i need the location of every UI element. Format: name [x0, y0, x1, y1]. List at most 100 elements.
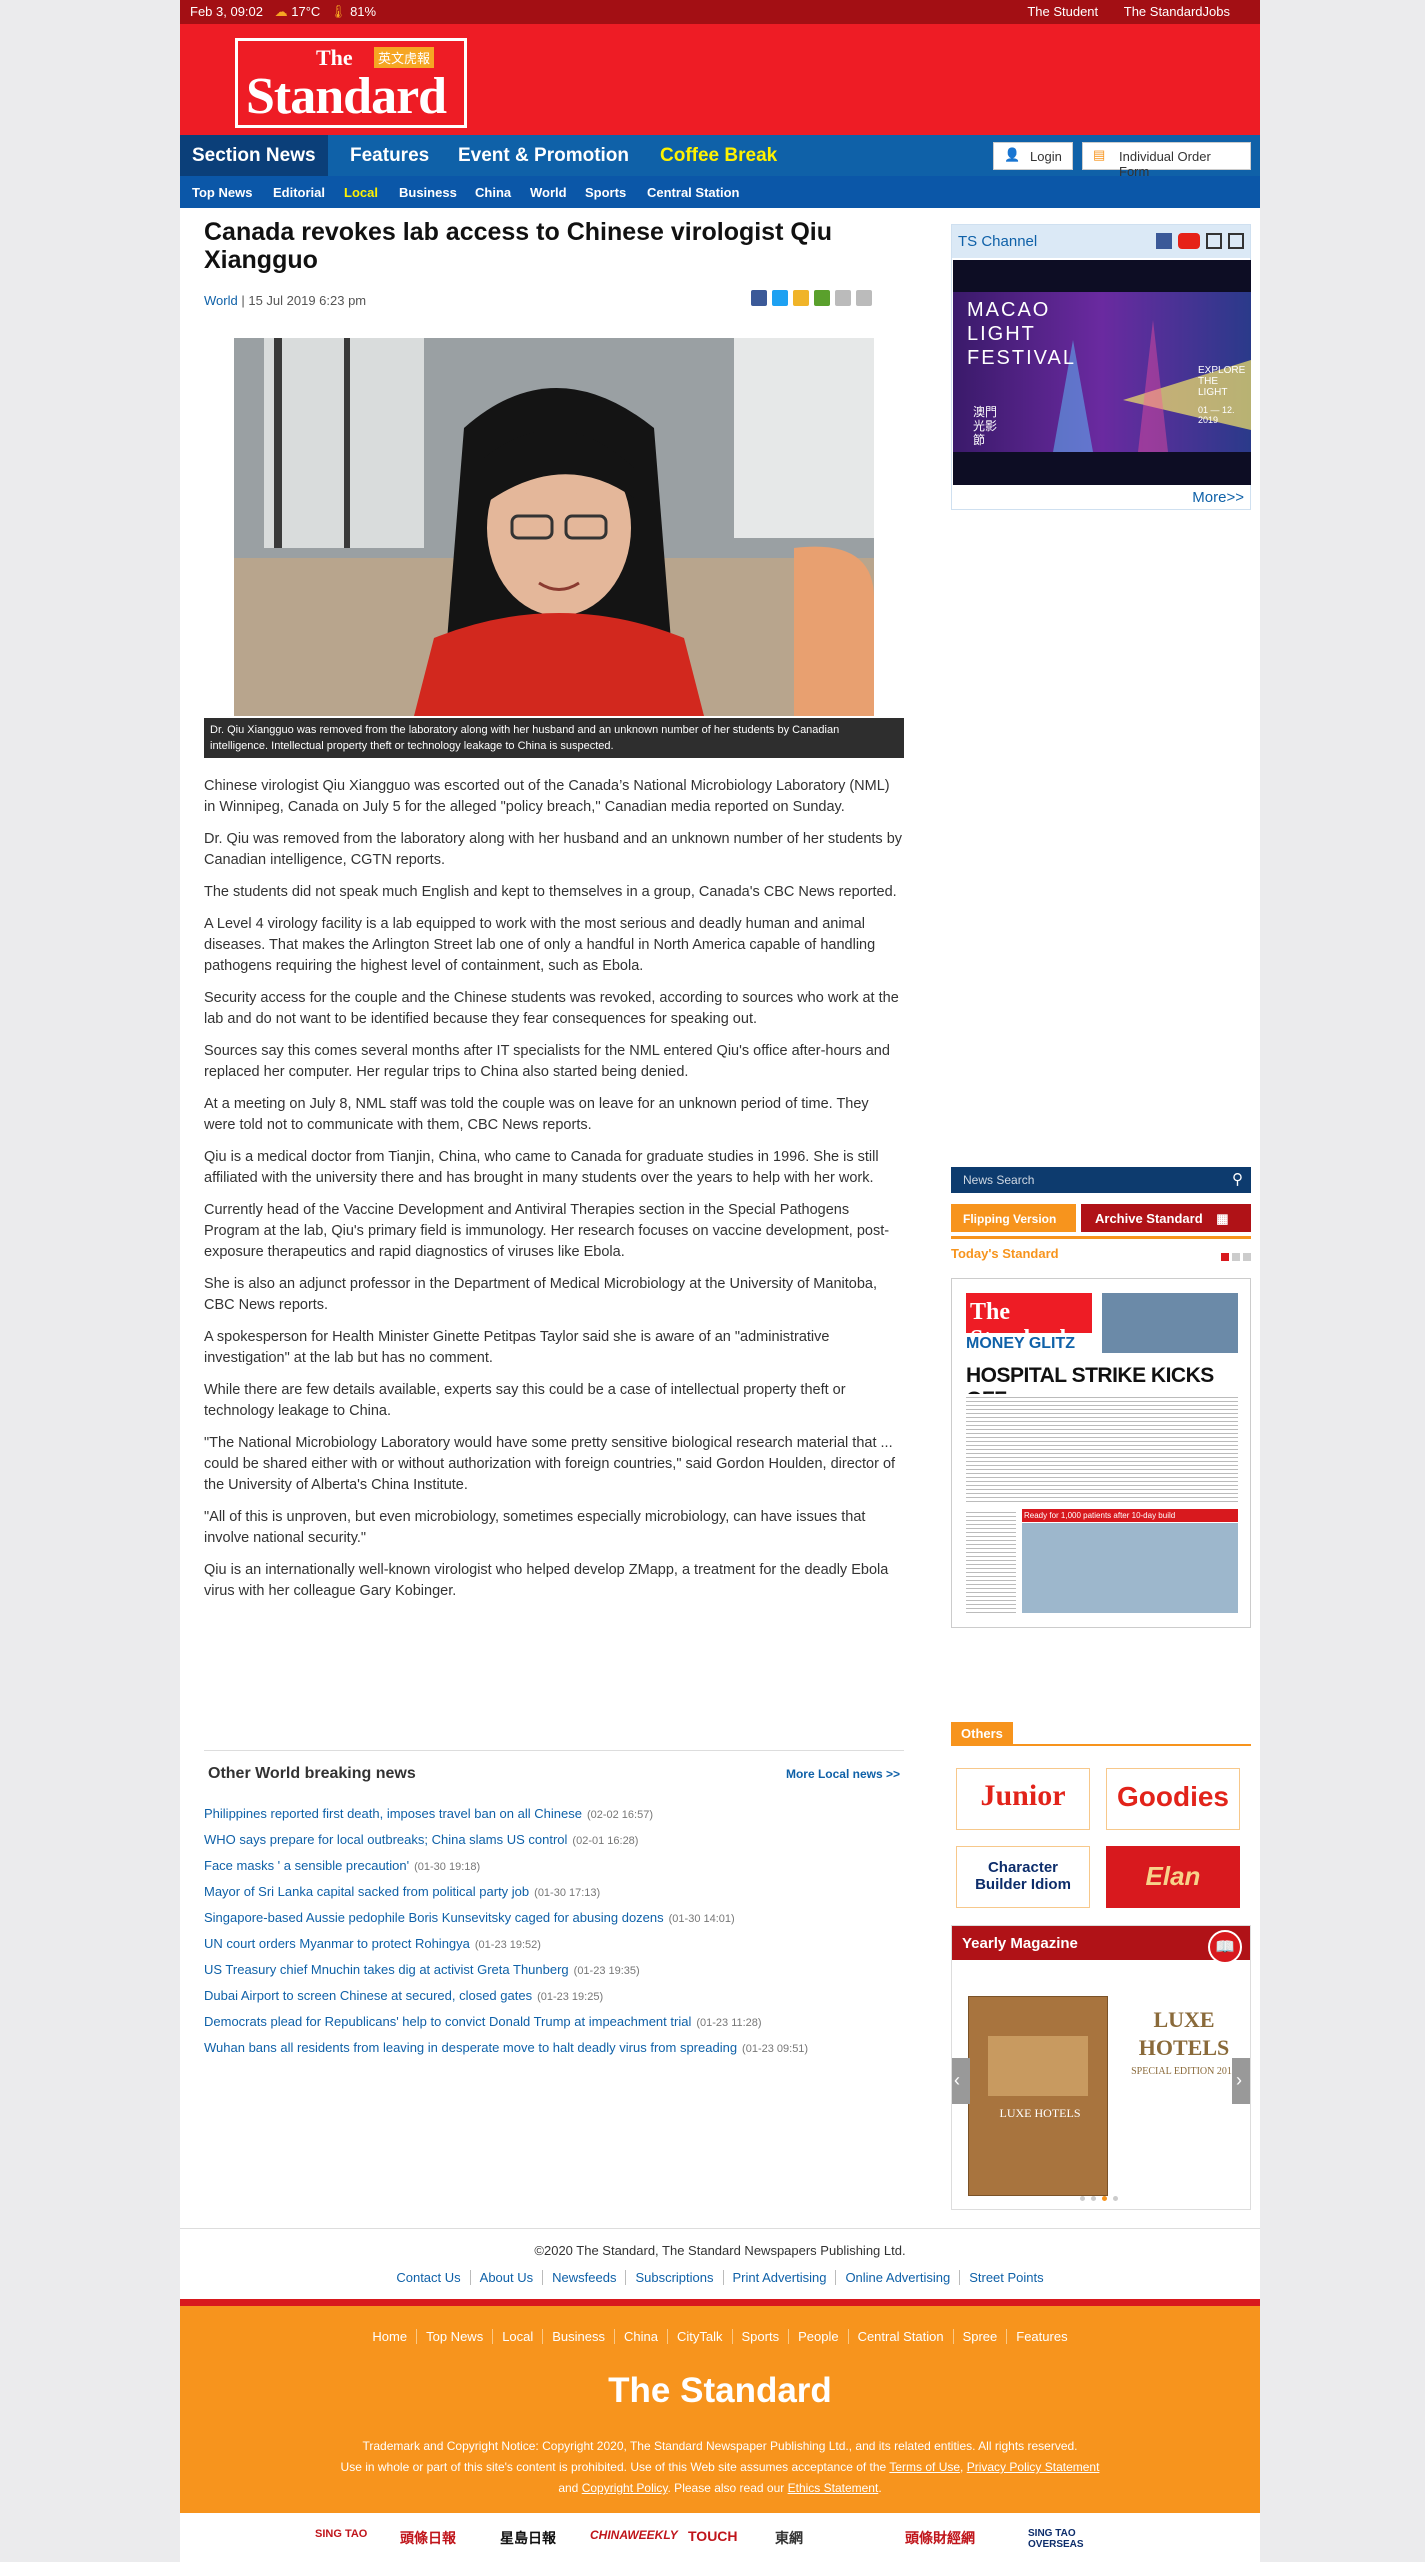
news-link[interactable]: Wuhan bans all residents from leaving in…	[204, 2040, 737, 2055]
news-link[interactable]: Singapore-based Aussie pedophile Boris K…	[204, 1910, 664, 1925]
partner-logo[interactable]: SING TAO	[315, 2528, 367, 2540]
partner-logo[interactable]: 頭條日報	[400, 2528, 456, 2548]
carousel-dot[interactable]	[1102, 2196, 1107, 2201]
partner-logo[interactable]: TOUCH	[688, 2528, 738, 2544]
news-link[interactable]: Dubai Airport to screen Chinese at secur…	[204, 1988, 532, 2003]
login-button[interactable]: 👤 Login	[993, 142, 1073, 170]
facebook-icon[interactable]	[1156, 233, 1172, 249]
ts-more-link[interactable]: More>>	[1192, 489, 1244, 506]
print-icon[interactable]	[814, 290, 830, 306]
more-local-news-link[interactable]: More Local news >>	[786, 1767, 900, 1781]
footer-nav-sports[interactable]: Sports	[731, 2329, 789, 2344]
footer-nav-top-news[interactable]: Top News	[416, 2329, 493, 2344]
search-icon[interactable]: ⚲	[1232, 1170, 1243, 1188]
terms-of-use-link[interactable]: Terms of Use	[889, 2460, 960, 2474]
footer-nav-home[interactable]: Home	[363, 2329, 416, 2344]
article-category-link[interactable]: World	[204, 293, 238, 308]
footer-print-advertising-link[interactable]: Print Advertising	[722, 2270, 836, 2285]
archive-standard-button[interactable]: Archive Standard ▦	[1081, 1204, 1251, 1232]
news-link[interactable]: WHO says prepare for local outbreaks; Ch…	[204, 1832, 567, 1847]
order-form-button[interactable]: ▤ Individual Order Form	[1082, 142, 1251, 179]
ethics-statement-link[interactable]: Ethics Statement	[788, 2481, 879, 2495]
list-item: Democrats plead for Republicans' help to…	[204, 2014, 762, 2029]
footer-contact-link[interactable]: Contact Us	[387, 2270, 469, 2285]
paragraph: Security access for the couple and the C…	[204, 990, 899, 1027]
paper-masthead: The Standard	[966, 1293, 1092, 1352]
character-builder-tile[interactable]: Character Builder Idiom	[956, 1846, 1090, 1908]
footer-nav-citytalk[interactable]: CityTalk	[666, 2329, 732, 2344]
subnav-editorial[interactable]: Editorial	[273, 185, 325, 200]
news-search-bar[interactable]: News Search ⚲	[951, 1167, 1251, 1193]
carousel-prev-button[interactable]: ‹	[952, 2058, 970, 2104]
carousel-next-button[interactable]: ›	[1232, 2058, 1250, 2104]
partner-logo[interactable]: 頭條財經網	[905, 2528, 975, 2548]
youtube-icon[interactable]	[1178, 233, 1200, 249]
print-icon[interactable]	[1228, 233, 1244, 249]
footer-subscriptions-link[interactable]: Subscriptions	[625, 2270, 723, 2285]
news-link[interactable]: Philippines reported first death, impose…	[204, 1806, 582, 1821]
todays-front-page[interactable]: The Standard MONEY GLITZ HOSPITAL STRIKE…	[951, 1278, 1251, 1628]
subnav-business[interactable]: Business	[399, 185, 457, 200]
news-link[interactable]: Face masks ' a sensible precaution'	[204, 1858, 409, 1873]
news-link[interactable]: Mayor of Sri Lanka capital sacked from p…	[204, 1884, 529, 1899]
subnav-top-news[interactable]: Top News	[192, 185, 252, 200]
font-decrease-icon[interactable]	[856, 290, 872, 306]
twitter-share-icon[interactable]	[772, 290, 788, 306]
copyright-policy-link[interactable]: Copyright Policy	[582, 2481, 668, 2495]
footer-newsfeeds-link[interactable]: Newsfeeds	[542, 2270, 626, 2285]
subnav-local[interactable]: Local	[344, 185, 378, 200]
junior-tile[interactable]: Junior	[956, 1768, 1090, 1830]
other-world-news: Other World breaking news More Local new…	[204, 1750, 904, 2055]
partner-logo[interactable]: SING TAO OVERSEAS	[1028, 2528, 1123, 2550]
footer-nav-features[interactable]: Features	[1006, 2329, 1077, 2344]
pager-dot[interactable]	[1221, 1253, 1229, 1261]
standard-jobs-link[interactable]: The StandardJobs	[1124, 4, 1230, 19]
pager-dot[interactable]	[1243, 1253, 1251, 1261]
nav-event-promotion[interactable]: Event & Promotion	[458, 145, 629, 167]
magazine-title: LUXE HOTELS	[1138, 2007, 1230, 2060]
article-title: Canada revokes lab access to Chinese vir…	[204, 218, 833, 274]
carousel-dot[interactable]	[1091, 2196, 1096, 2201]
ts-video-thumbnail[interactable]: MACAO LIGHT FESTIVAL 澳門光影節 EXPLORE THE L…	[953, 260, 1251, 485]
privacy-policy-link[interactable]: Privacy Policy Statement	[967, 2460, 1100, 2474]
news-link[interactable]: Democrats plead for Republicans' help to…	[204, 2014, 691, 2029]
partner-logo[interactable]: 星島日報	[500, 2528, 556, 2548]
footer-nav-central-station[interactable]: Central Station	[847, 2329, 953, 2344]
flipping-version-button[interactable]: Flipping Version	[951, 1204, 1076, 1232]
subnav-central-station[interactable]: Central Station	[647, 185, 739, 200]
legal-notice: Trademark and Copyright Notice: Copyrigh…	[340, 2439, 1100, 2495]
footer-nav-people[interactable]: People	[788, 2329, 848, 2344]
elan-tile[interactable]: Elan	[1106, 1846, 1240, 1908]
subnav-china[interactable]: China	[475, 185, 511, 200]
the-student-link[interactable]: The Student	[1027, 4, 1098, 19]
footer-nav-local[interactable]: Local	[492, 2329, 543, 2344]
yearly-magazine-title: Yearly Magazine	[962, 1935, 1078, 1952]
flip-archive-row: Flipping Version Archive Standard ▦	[951, 1204, 1251, 1232]
standard-logo[interactable]: The 英文虎報 Standard	[235, 38, 467, 128]
subnav-world[interactable]: World	[530, 185, 567, 200]
news-link[interactable]: UN court orders Myanmar to protect Rohin…	[204, 1936, 470, 1951]
nav-features[interactable]: Features	[350, 145, 429, 167]
footer-street-points-link[interactable]: Street Points	[959, 2270, 1053, 2285]
nav-section-news[interactable]: Section News	[192, 145, 316, 167]
footer-online-advertising-link[interactable]: Online Advertising	[835, 2270, 960, 2285]
partner-logo[interactable]: 東網	[775, 2528, 803, 2548]
footer-about-link[interactable]: About Us	[469, 2270, 543, 2285]
font-increase-icon[interactable]	[835, 290, 851, 306]
news-link[interactable]: US Treasury chief Mnuchin takes dig at a…	[204, 1962, 569, 1977]
thermometer-icon: 🌡	[329, 4, 347, 19]
magazine-cover[interactable]	[968, 1996, 1108, 2196]
goodies-tile[interactable]: Goodies	[1106, 1768, 1240, 1830]
carousel-dot[interactable]	[1080, 2196, 1085, 2201]
email-share-icon[interactable]	[793, 290, 809, 306]
carousel-dot[interactable]	[1113, 2196, 1118, 2201]
nav-coffee-break[interactable]: Coffee Break	[660, 145, 777, 167]
footer-nav-china[interactable]: China	[614, 2329, 667, 2344]
pager-dot[interactable]	[1232, 1253, 1240, 1261]
footer-nav-business[interactable]: Business	[542, 2329, 615, 2344]
facebook-share-icon[interactable]	[751, 290, 767, 306]
book-icon[interactable]	[1206, 233, 1222, 249]
footer-nav-spree[interactable]: Spree	[952, 2329, 1007, 2344]
subnav-sports[interactable]: Sports	[585, 185, 626, 200]
partner-logo[interactable]: CHINAWEEKLY	[590, 2528, 678, 2542]
